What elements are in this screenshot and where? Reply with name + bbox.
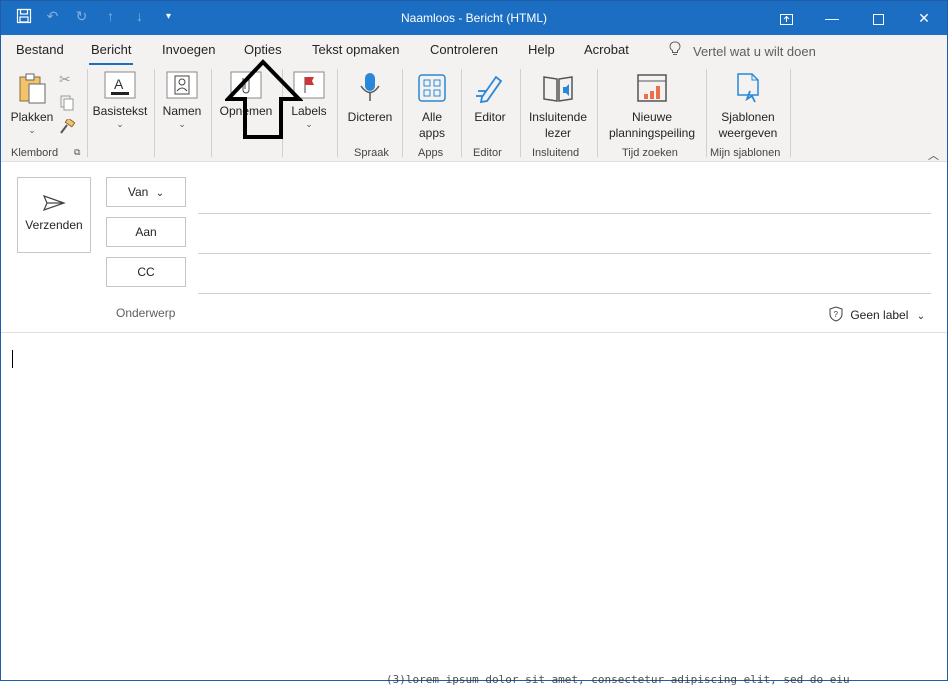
- separator: [790, 69, 791, 157]
- dictate-label: Dicteren: [347, 110, 393, 124]
- all-apps-label-line1: Alle: [421, 110, 442, 124]
- immersive-reader-line2: lezer: [544, 126, 571, 140]
- title-bar: ↶ ↻ ↑ ↓ ▾ Naamloos - Bericht (HTML) — ✕: [1, 1, 947, 35]
- separator: [154, 69, 155, 157]
- new-poll-line1: Nieuwe: [631, 110, 673, 124]
- tab-invoegen[interactable]: Invoegen: [162, 42, 216, 57]
- calendar-poll-icon: [637, 74, 667, 102]
- chevron-down-icon: ⌄: [28, 125, 36, 135]
- editor-button[interactable]: Editor: [465, 71, 515, 125]
- group-tijd-zoeken-label: Tijd zoeken: [622, 147, 678, 159]
- shield-icon: ?: [829, 306, 846, 322]
- tab-bestand[interactable]: Bestand: [16, 42, 64, 57]
- view-templates-line1: Sjablonen: [721, 110, 775, 124]
- copy-icon[interactable]: [59, 95, 75, 116]
- separator: [402, 69, 403, 157]
- window-controls: — ✕: [763, 1, 947, 35]
- ribbon-tabs: Bestand Bericht Invoegen Opties Tekst op…: [1, 35, 947, 65]
- tab-acrobat[interactable]: Acrobat: [584, 42, 629, 57]
- ribbon: Plakken ⌄ ✂ Klembord ⧉ A Basistekst ⌄ Na…: [1, 59, 947, 163]
- group-apps-label: Apps: [418, 147, 444, 159]
- paste-button[interactable]: Plakken ⌄: [9, 71, 55, 135]
- separator: [461, 69, 462, 157]
- group-mijn-sjablonen-label: Mijn sjablonen: [710, 147, 781, 159]
- send-button[interactable]: Verzenden: [17, 177, 91, 253]
- chevron-down-icon: ⌄: [155, 188, 165, 199]
- group-spraak-label: Spraak: [354, 147, 389, 159]
- sensitivity-label-text: Geen label: [850, 308, 909, 322]
- microphone-icon: [360, 73, 380, 101]
- tell-me-search[interactable]: Vertel wat u wilt doen: [669, 41, 816, 59]
- from-label: Van: [127, 185, 149, 199]
- new-poll-button[interactable]: Nieuwe planningspeiling: [601, 71, 703, 141]
- tab-controleren[interactable]: Controleren: [430, 42, 498, 57]
- text-cursor: [12, 350, 13, 368]
- all-apps-button[interactable]: Alle apps: [407, 71, 457, 141]
- format-painter-icon[interactable]: [59, 117, 76, 140]
- cc-field[interactable]: [198, 293, 931, 294]
- view-templates-line2: weergeven: [718, 126, 778, 140]
- templates-icon: [737, 73, 759, 103]
- separator: [520, 69, 521, 157]
- immersive-reader-button[interactable]: Insluitende lezer: [524, 71, 592, 141]
- background-window-text: (3)lorem ipsum dolor sit amet, consectet…: [386, 673, 850, 686]
- minimize-icon[interactable]: —: [809, 1, 855, 35]
- message-body[interactable]: [1, 333, 947, 673]
- chevron-down-icon: ⌄: [178, 119, 186, 129]
- basic-text-label: Basistekst: [92, 104, 148, 118]
- send-label: Verzenden: [25, 218, 83, 232]
- group-insluitend-label: Insluitend: [532, 147, 580, 159]
- editor-pen-icon: [476, 75, 503, 104]
- lightbulb-icon: [669, 41, 681, 59]
- separator: [706, 69, 707, 157]
- compose-header: Verzenden Van ⌄ Aan CC Onderwerp ? Geen …: [1, 162, 947, 332]
- send-icon: [42, 194, 66, 212]
- cut-icon[interactable]: ✂: [59, 71, 71, 88]
- apps-grid-icon: [418, 74, 446, 102]
- from-field-line: [198, 213, 931, 214]
- editor-label: Editor: [474, 110, 506, 124]
- close-icon[interactable]: ✕: [901, 1, 947, 35]
- all-apps-label-line2: apps: [418, 126, 446, 140]
- ribbon-display-icon[interactable]: [763, 1, 809, 35]
- dialog-launcher-icon[interactable]: ⧉: [74, 147, 80, 158]
- paste-label: Plakken: [10, 110, 54, 124]
- group-editor-label: Editor: [473, 147, 502, 159]
- from-button[interactable]: Van ⌄: [106, 177, 186, 207]
- sensitivity-label-button[interactable]: ? Geen label ⌄: [829, 306, 925, 322]
- group-klembord-label: Klembord: [11, 147, 59, 159]
- basic-text-button[interactable]: A Basistekst ⌄: [91, 71, 149, 129]
- maximize-icon[interactable]: [855, 1, 901, 35]
- tab-tekst-opmaken[interactable]: Tekst opmaken: [312, 42, 399, 57]
- separator: [87, 69, 88, 157]
- outlook-message-window: ↶ ↻ ↑ ↓ ▾ Naamloos - Bericht (HTML) — ✕ …: [0, 0, 948, 681]
- font-color-icon: A: [104, 71, 136, 99]
- new-poll-line2: planningspeiling: [608, 126, 696, 140]
- view-templates-button[interactable]: Sjablonen weergeven: [711, 71, 785, 141]
- subject-field[interactable]: Onderwerp: [116, 306, 175, 320]
- names-button[interactable]: Namen ⌄: [159, 71, 205, 129]
- immersive-reader-line1: Insluitende: [528, 110, 588, 124]
- tab-help[interactable]: Help: [528, 42, 555, 57]
- clipboard-icon: [19, 73, 46, 104]
- tab-opties[interactable]: Opties: [244, 42, 282, 57]
- chevron-down-icon: ⌄: [916, 311, 926, 322]
- cc-button[interactable]: CC: [106, 257, 186, 287]
- tell-me-label: Vertel wat u wilt doen: [693, 44, 816, 59]
- arrow-up-annotation: [225, 59, 303, 139]
- dictate-button[interactable]: Dicteren: [343, 71, 397, 125]
- separator: [337, 69, 338, 157]
- to-field[interactable]: [198, 253, 931, 254]
- immersive-reader-icon: [543, 76, 573, 102]
- svg-text:A: A: [114, 76, 124, 92]
- svg-text:?: ?: [834, 310, 839, 319]
- to-button[interactable]: Aan: [106, 217, 186, 247]
- names-label: Namen: [162, 104, 202, 118]
- chevron-down-icon: ⌄: [116, 119, 124, 129]
- separator: [211, 69, 212, 157]
- separator: [597, 69, 598, 157]
- tab-bericht[interactable]: Bericht: [88, 42, 134, 65]
- address-book-icon: [166, 71, 198, 99]
- collapse-ribbon-icon[interactable]: ︿: [928, 147, 939, 163]
